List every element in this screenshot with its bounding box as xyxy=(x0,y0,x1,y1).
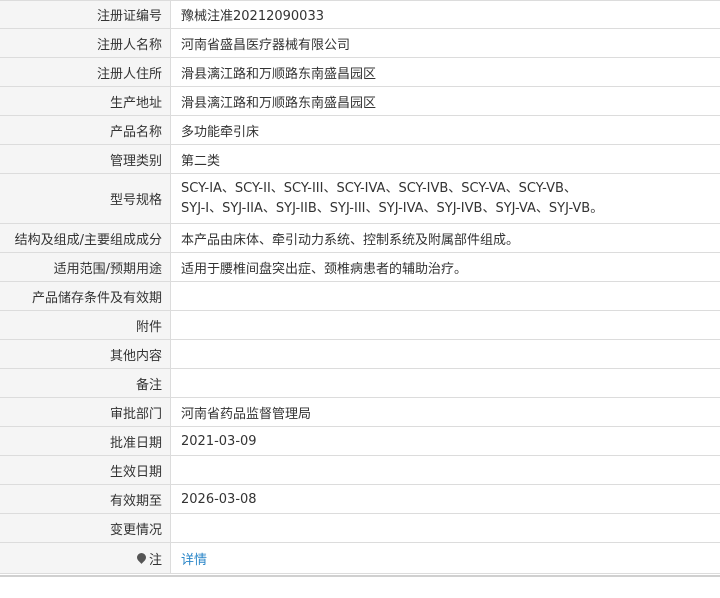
value-approval-department: 河南省药品监督管理局 xyxy=(181,406,312,422)
label-note: 注 xyxy=(0,543,171,573)
label-approval-date: 批准日期 xyxy=(0,427,171,455)
value-product-name: 多功能牵引床 xyxy=(181,124,260,140)
label-other-content: 其他内容 xyxy=(0,340,171,368)
value-registration-number: 豫械注准20212090033 xyxy=(181,9,324,24)
label-effective-date: 生效日期 xyxy=(0,456,171,484)
row-storage-conditions: 产品储存条件及有效期 xyxy=(0,282,720,311)
value-registrant-address: 滑县漓江路和万顺路东南盛昌园区 xyxy=(181,66,377,82)
row-intended-use: 适用范围/预期用途 适用于腰椎间盘突出症、颈椎病患者的辅助治疗。 xyxy=(0,253,720,282)
row-effective-date: 生效日期 xyxy=(0,456,720,485)
label-remarks: 备注 xyxy=(0,369,171,397)
label-product-name: 产品名称 xyxy=(0,116,171,144)
row-registrant-name: 注册人名称 河南省盛昌医疗器械有限公司 xyxy=(0,29,720,58)
label-approval-department: 审批部门 xyxy=(0,398,171,426)
label-change-history: 变更情况 xyxy=(0,514,171,542)
label-attachments: 附件 xyxy=(0,311,171,339)
details-link[interactable]: 详情 xyxy=(181,549,207,568)
row-structure-composition: 结构及组成/主要组成成分 本产品由床体、牵引动力系统、控制系统及附属部件组成。 xyxy=(0,224,720,253)
row-other-content: 其他内容 xyxy=(0,340,720,369)
value-effective-date xyxy=(171,456,720,484)
value-change-history xyxy=(171,514,720,542)
row-approval-date: 批准日期 2021-03-09 xyxy=(0,427,720,456)
value-note: 详情 xyxy=(171,543,720,573)
row-attachments: 附件 xyxy=(0,311,720,340)
row-management-category: 管理类别 第二类 xyxy=(0,145,720,174)
label-expiry-date: 有效期至 xyxy=(0,485,171,513)
label-management-category: 管理类别 xyxy=(0,145,171,173)
row-product-name: 产品名称 多功能牵引床 xyxy=(0,116,720,145)
label-storage-conditions: 产品储存条件及有效期 xyxy=(0,282,171,310)
label-registrant-name: 注册人名称 xyxy=(0,29,171,57)
value-registrant-name: 河南省盛昌医疗器械有限公司 xyxy=(181,37,351,53)
value-intended-use: 适用于腰椎间盘突出症、颈椎病患者的辅助治疗。 xyxy=(181,261,468,277)
value-structure-composition: 本产品由床体、牵引动力系统、控制系统及附属部件组成。 xyxy=(181,232,520,248)
value-production-address: 滑县漓江路和万顺路东南盛昌园区 xyxy=(181,95,377,111)
row-registrant-address: 注册人住所 滑县漓江路和万顺路东南盛昌园区 xyxy=(0,58,720,87)
label-production-address: 生产地址 xyxy=(0,87,171,115)
note-label: 注 xyxy=(148,552,162,568)
label-model-spec: 型号规格 xyxy=(0,174,171,223)
row-expiry-date: 有效期至 2026-03-08 xyxy=(0,485,720,514)
value-model-spec: SCY-IA、SCY-II、SCY-III、SCY-IVA、SCY-IVB、SC… xyxy=(171,174,720,223)
value-storage-conditions xyxy=(171,282,720,310)
label-registration-number: 注册证编号 xyxy=(0,1,171,28)
row-change-history: 变更情况 xyxy=(0,514,720,543)
label-intended-use: 适用范围/预期用途 xyxy=(0,253,171,281)
value-approval-date: 2021-03-09 xyxy=(181,433,257,449)
row-model-spec: 型号规格 SCY-IA、SCY-II、SCY-III、SCY-IVA、SCY-I… xyxy=(0,174,720,224)
row-remarks: 备注 xyxy=(0,369,720,398)
model-spec-line-2: SYJ-I、SYJ-IIA、SYJ-IIB、SYJ-III、SYJ-IVA、SY… xyxy=(181,200,604,216)
label-structure-composition: 结构及组成/主要组成成分 xyxy=(0,224,171,252)
value-attachments xyxy=(171,311,720,339)
pin-icon xyxy=(135,550,148,564)
value-management-category: 第二类 xyxy=(181,153,221,169)
row-note: 注 详情 xyxy=(0,543,720,574)
registration-detail-table: 注册证编号 豫械注准20212090033 注册人名称 河南省盛昌医疗器械有限公… xyxy=(0,0,720,574)
value-expiry-date: 2026-03-08 xyxy=(181,491,257,507)
row-approval-department: 审批部门 河南省药品监督管理局 xyxy=(0,398,720,427)
row-production-address: 生产地址 滑县漓江路和万顺路东南盛昌园区 xyxy=(0,87,720,116)
model-spec-line-1: SCY-IA、SCY-II、SCY-III、SCY-IVA、SCY-IVB、SC… xyxy=(181,180,577,196)
row-registration-number: 注册证编号 豫械注准20212090033 xyxy=(0,0,720,29)
label-registrant-address: 注册人住所 xyxy=(0,58,171,86)
value-other-content xyxy=(171,340,720,368)
value-remarks xyxy=(171,369,720,397)
table-bottom-divider xyxy=(0,575,720,577)
